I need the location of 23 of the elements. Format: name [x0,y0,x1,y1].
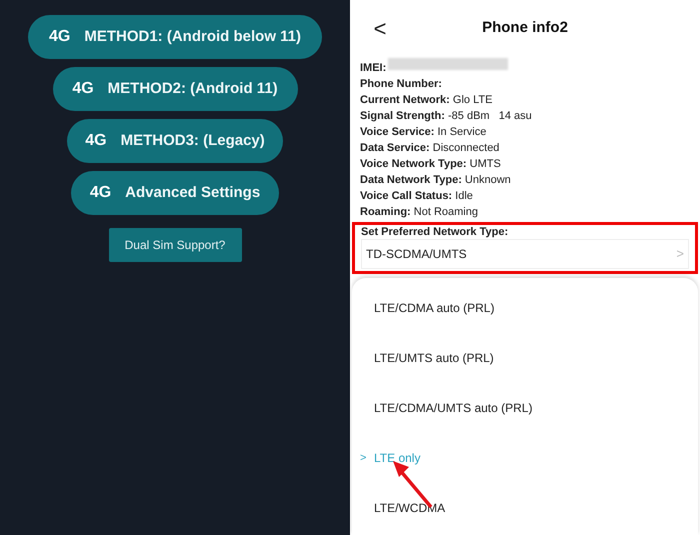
method-button[interactable]: 4G METHOD2: (Android 11) [52,67,298,111]
method-button[interactable]: 4G Advanced Settings [71,171,279,215]
info-line: Voice Network Type: UMTS [360,157,501,172]
info-line: Current Network: Glo LTE [360,93,492,108]
network-option[interactable]: LTE/UMTS auto (PRL) [352,333,698,383]
info-line: Signal Strength: -85 dBm 14 asu [360,109,532,124]
network-option[interactable]: LTE/CDMA/UMTS auto (PRL) [352,383,698,433]
info-line: Voice Call Status: Idle [360,189,473,204]
dual-sim-button[interactable]: Dual Sim Support? [108,228,242,262]
method-button[interactable]: 4G METHOD1: (Android below 11) [28,15,322,59]
info-line: IMEI: [360,61,386,76]
method-button[interactable]: 4G METHOD3: (Legacy) [67,119,283,163]
network-option[interactable]: LTE/CDMA auto (PRL) [352,283,698,333]
network-type-dropdown[interactable]: TD-SCDMA/UMTS > [361,239,689,269]
screen-title: Phone info2 [481,18,569,38]
info-line: Phone Number: [360,77,442,92]
network-option[interactable]: LTE/WCDMA [352,483,698,533]
back-button[interactable]: < [372,12,388,44]
info-line: Voice Service: In Service [360,125,486,140]
info-line: Roaming: Not Roaming [360,205,478,220]
info-line: Data Network Type: Unknown [360,173,511,188]
preferred-network-label: Set Preferred Network Type: [361,225,510,239]
info-line: Data Service: Disconnected [360,141,500,156]
